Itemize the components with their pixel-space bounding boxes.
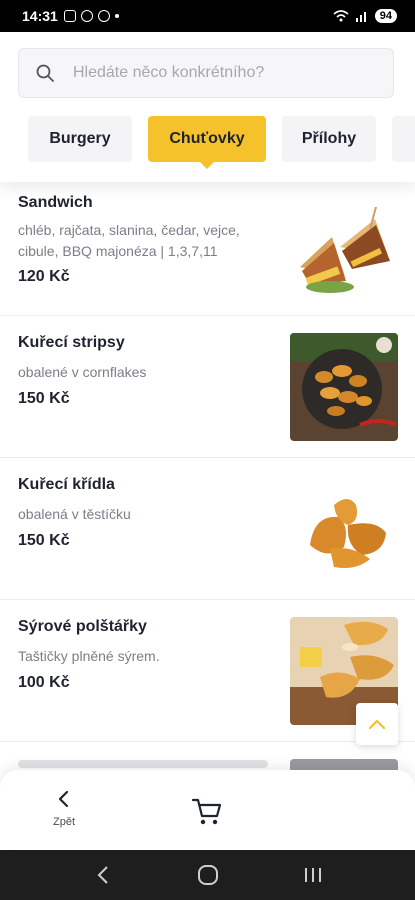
status-time: 14:31 bbox=[22, 8, 58, 24]
product-name: Kuřecí stripsy bbox=[18, 334, 125, 351]
product-name: Sandwich bbox=[18, 194, 93, 211]
product-price: 150 Kč bbox=[18, 532, 70, 549]
tab-more[interactable] bbox=[392, 116, 415, 162]
product-description: Taštičky plněné sýrem. bbox=[18, 648, 160, 664]
product-description: obalená v těstíčku bbox=[18, 506, 131, 522]
nav-back-button[interactable] bbox=[88, 860, 118, 890]
battery-level: 94 bbox=[374, 9, 397, 23]
cart-icon bbox=[191, 798, 222, 825]
back-label: Zpět bbox=[52, 816, 75, 828]
tab-chutovky[interactable]: Chuťovky bbox=[148, 116, 266, 169]
product-description: obalené v cornflakes bbox=[18, 364, 147, 380]
tab-prilohy[interactable]: Přílohy bbox=[282, 116, 376, 162]
search-bar[interactable] bbox=[18, 48, 394, 98]
product-price: 120 Kč bbox=[18, 268, 70, 285]
nav-home-icon bbox=[197, 865, 218, 885]
cart-button[interactable] bbox=[190, 794, 224, 828]
bottom-bar: Zpět bbox=[0, 770, 415, 850]
nav-recents-button[interactable] bbox=[298, 860, 328, 890]
notification-icon bbox=[80, 10, 93, 22]
signal-icon bbox=[355, 12, 366, 22]
chevron-left-icon bbox=[58, 790, 69, 808]
status-bar: 14:31 94 bbox=[0, 0, 415, 32]
wifi-icon bbox=[333, 10, 349, 22]
product-image-kridla bbox=[290, 475, 398, 583]
system-nav-bar bbox=[0, 850, 415, 900]
screenshot-icon bbox=[63, 10, 76, 22]
nav-back-icon bbox=[97, 866, 108, 884]
product-name: Kuřecí křídla bbox=[18, 476, 115, 493]
product-description: chléb, rajčata, slanina, čedar, vejce, c… bbox=[18, 222, 240, 259]
scroll-top-button[interactable] bbox=[356, 703, 398, 745]
search-icon bbox=[36, 64, 54, 82]
search-input[interactable] bbox=[73, 64, 373, 82]
header: Burgery Chuťovky Přílohy bbox=[0, 32, 415, 182]
product-item[interactable]: Kuřecí křídla obalená v těstíčku 150 Kč bbox=[0, 458, 415, 600]
circle-icon bbox=[97, 10, 110, 22]
category-tabs: Burgery Chuťovky Přílohy bbox=[28, 116, 415, 169]
tab-burgery[interactable]: Burgery bbox=[28, 116, 132, 162]
chevron-up-icon bbox=[368, 719, 386, 730]
product-name: Sýrové polštářky bbox=[18, 618, 147, 635]
product-item[interactable]: Kuřecí stripsy obalené v cornflakes 150 … bbox=[0, 316, 415, 458]
dot-icon bbox=[114, 14, 119, 18]
partial-text bbox=[18, 760, 268, 768]
product-item[interactable]: Sandwich chléb, rajčata, slanina, čedar,… bbox=[0, 182, 415, 316]
back-button[interactable]: Zpět bbox=[44, 790, 84, 828]
nav-recents-icon bbox=[304, 868, 321, 882]
product-price: 100 Kč bbox=[18, 674, 70, 691]
product-list: Sandwich chléb, rajčata, slanina, čedar,… bbox=[0, 182, 415, 789]
product-image-sandwich bbox=[290, 207, 398, 315]
nav-home-button[interactable] bbox=[193, 860, 223, 890]
product-item[interactable]: Sýrové polštářky Taštičky plněné sýrem. … bbox=[0, 600, 415, 742]
product-image-stripsy bbox=[290, 333, 398, 441]
product-price: 150 Kč bbox=[18, 390, 70, 407]
